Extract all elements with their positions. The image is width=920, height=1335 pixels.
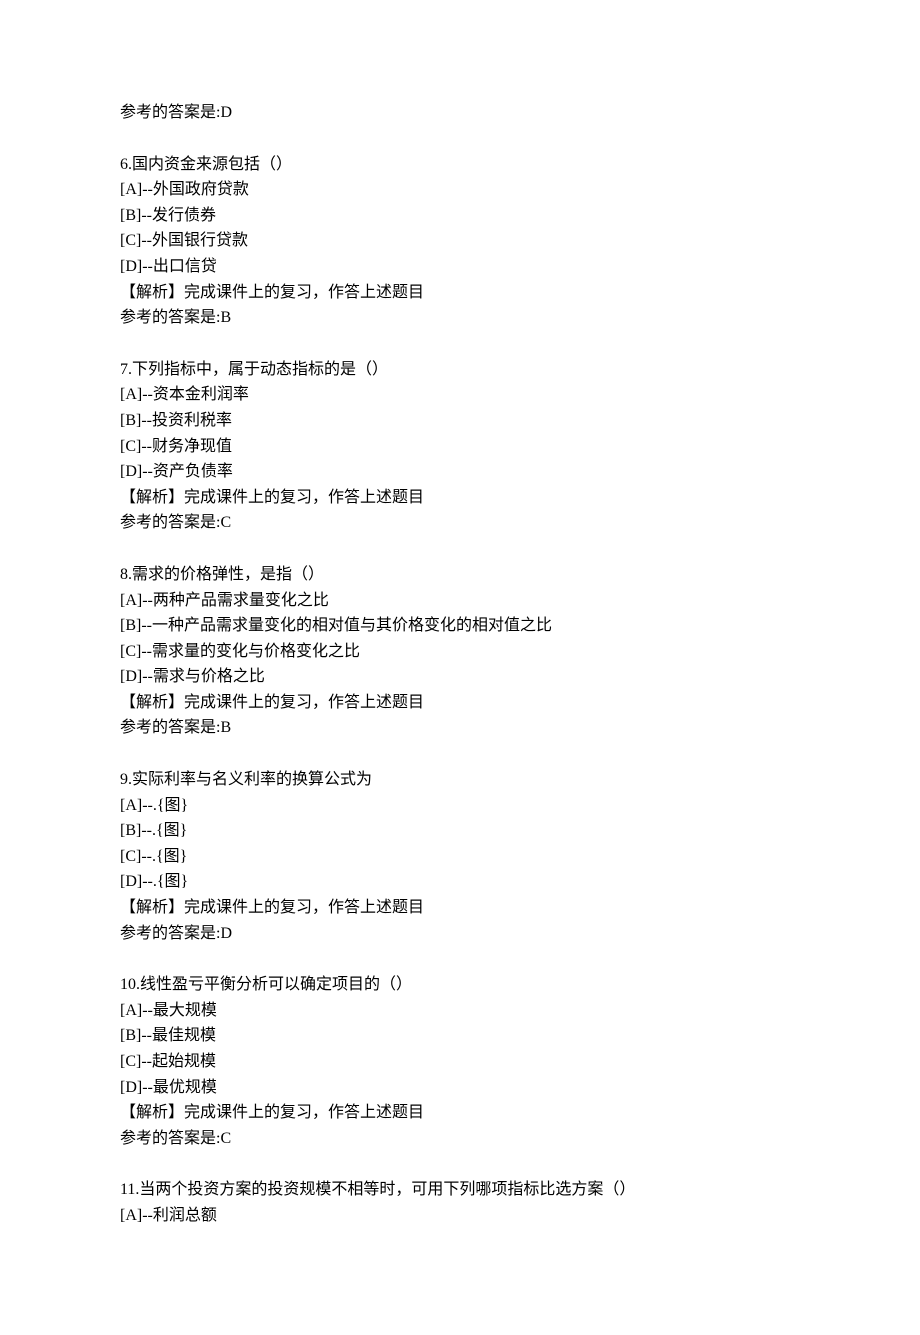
question-9: 9.实际利率与名义利率的换算公式为 [A]--.{图} [B]--.{图} [C…: [120, 767, 800, 946]
option-c: [C]--需求量的变化与价格变化之比: [120, 639, 800, 665]
option-d: [D]--出口信贷: [120, 254, 800, 280]
option-c: [C]--起始规模: [120, 1049, 800, 1075]
question-stem: 6.国内资金来源包括（）: [120, 152, 800, 178]
explanation: 【解析】完成课件上的复习，作答上述题目: [120, 280, 800, 306]
option-d: [D]--最优规模: [120, 1075, 800, 1101]
explanation: 【解析】完成课件上的复习，作答上述题目: [120, 485, 800, 511]
option-a: [A]--外国政府贷款: [120, 177, 800, 203]
option-b: [B]--.{图}: [120, 818, 800, 844]
option-a: [A]--最大规模: [120, 998, 800, 1024]
question-5-trail: 参考的答案是:D: [120, 100, 800, 126]
option-c: [C]--.{图}: [120, 844, 800, 870]
option-b: [B]--最佳规模: [120, 1023, 800, 1049]
option-a: [A]--两种产品需求量变化之比: [120, 588, 800, 614]
option-d: [D]--需求与价格之比: [120, 664, 800, 690]
question-stem: 7.下列指标中，属于动态指标的是（）: [120, 357, 800, 383]
question-stem: 10.线性盈亏平衡分析可以确定项目的（）: [120, 972, 800, 998]
option-b: [B]--投资利税率: [120, 408, 800, 434]
explanation: 【解析】完成课件上的复习，作答上述题目: [120, 690, 800, 716]
option-a: [A]--利润总额: [120, 1203, 800, 1229]
option-d: [D]--.{图}: [120, 869, 800, 895]
question-7: 7.下列指标中，属于动态指标的是（） [A]--资本金利润率 [B]--投资利税…: [120, 357, 800, 536]
explanation: 【解析】完成课件上的复习，作答上述题目: [120, 1100, 800, 1126]
answer-line: 参考的答案是:D: [120, 100, 800, 126]
option-a: [A]--资本金利润率: [120, 382, 800, 408]
option-d: [D]--资产负债率: [120, 459, 800, 485]
question-8: 8.需求的价格弹性，是指（） [A]--两种产品需求量变化之比 [B]--一种产…: [120, 562, 800, 741]
answer-line: 参考的答案是:B: [120, 305, 800, 331]
option-a: [A]--.{图}: [120, 793, 800, 819]
answer-line: 参考的答案是:D: [120, 921, 800, 947]
answer-line: 参考的答案是:C: [120, 1126, 800, 1152]
option-c: [C]--外国银行贷款: [120, 228, 800, 254]
option-b: [B]--一种产品需求量变化的相对值与其价格变化的相对值之比: [120, 613, 800, 639]
answer-line: 参考的答案是:B: [120, 715, 800, 741]
question-stem: 11.当两个投资方案的投资规模不相等时，可用下列哪项指标比选方案（）: [120, 1177, 800, 1203]
option-b: [B]--发行债券: [120, 203, 800, 229]
answer-line: 参考的答案是:C: [120, 510, 800, 536]
question-10: 10.线性盈亏平衡分析可以确定项目的（） [A]--最大规模 [B]--最佳规模…: [120, 972, 800, 1151]
question-stem: 9.实际利率与名义利率的换算公式为: [120, 767, 800, 793]
question-11: 11.当两个投资方案的投资规模不相等时，可用下列哪项指标比选方案（） [A]--…: [120, 1177, 800, 1228]
explanation: 【解析】完成课件上的复习，作答上述题目: [120, 895, 800, 921]
question-stem: 8.需求的价格弹性，是指（）: [120, 562, 800, 588]
option-c: [C]--财务净现值: [120, 434, 800, 460]
question-6: 6.国内资金来源包括（） [A]--外国政府贷款 [B]--发行债券 [C]--…: [120, 152, 800, 331]
